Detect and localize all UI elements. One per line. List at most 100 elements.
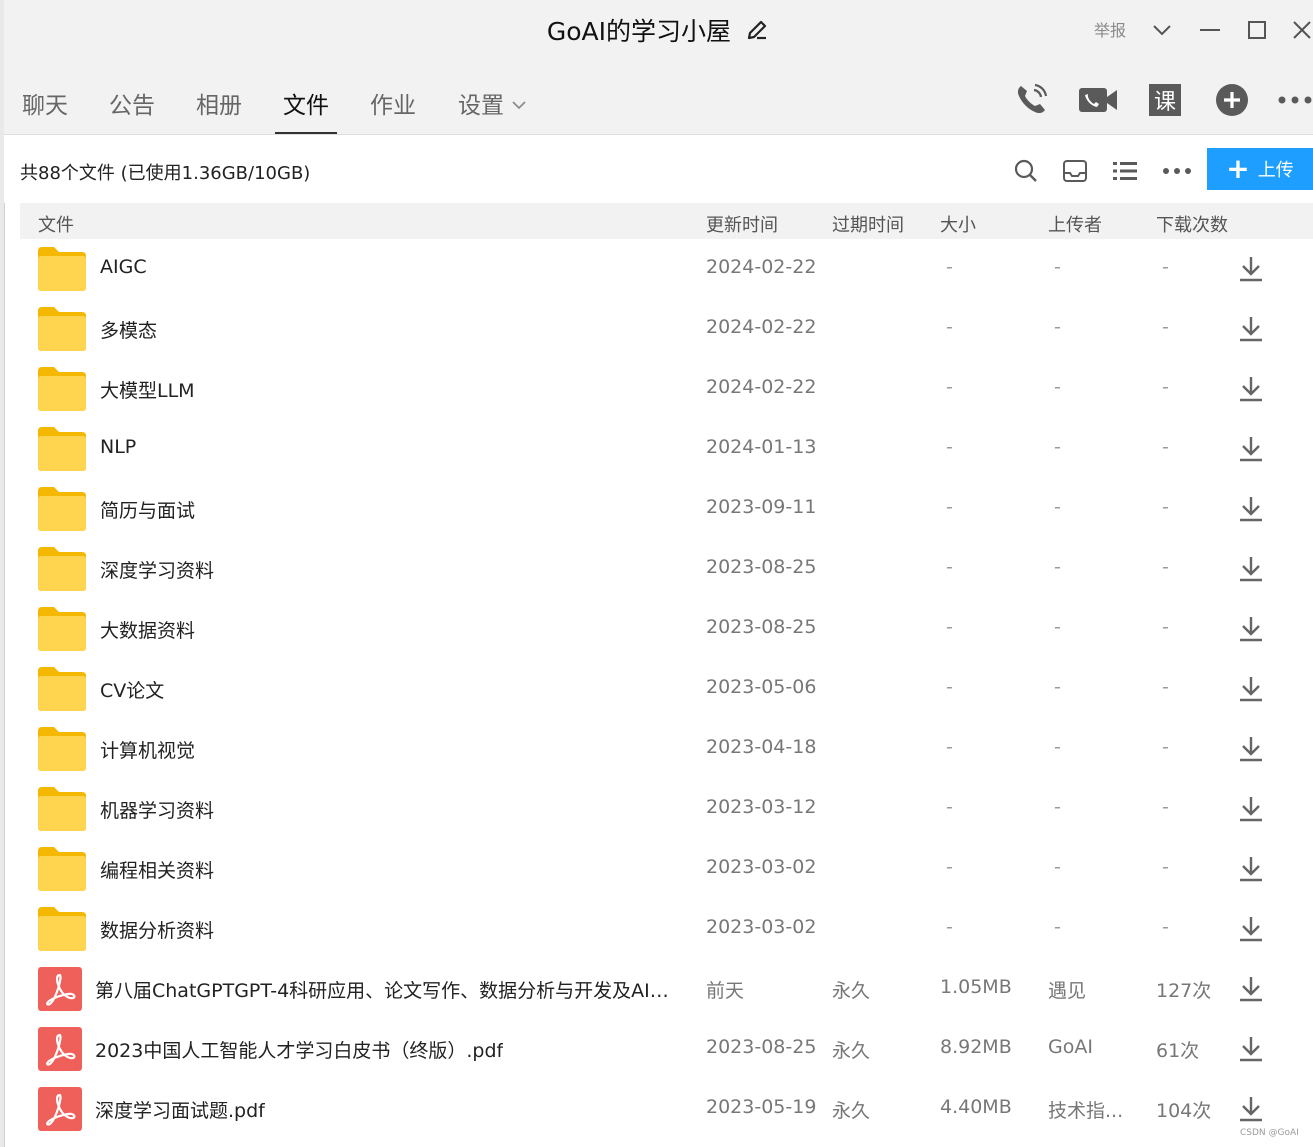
add-circle-icon[interactable] [1212, 80, 1252, 120]
window-title: GoAI的学习小屋 [546, 17, 732, 46]
list-view-icon[interactable] [1109, 155, 1141, 187]
file-row[interactable]: 数据分析资料 2023-03-02 - - - [20, 899, 1313, 959]
folder-icon [38, 787, 86, 831]
chevron-down-icon[interactable] [1146, 14, 1178, 46]
folder-icon [38, 427, 86, 471]
cell-uploader: - [1054, 916, 1061, 938]
file-row[interactable]: CV论文 2023-05-06 - - - [20, 659, 1313, 719]
download-icon[interactable] [1238, 1035, 1264, 1063]
tab-album[interactable]: 相册 [196, 86, 242, 132]
column-header-name[interactable]: 文件 [38, 211, 74, 237]
file-name[interactable]: 大数据资料 [100, 616, 195, 643]
column-header-expires[interactable]: 过期时间 [832, 211, 904, 237]
cell-downloads: - [1162, 316, 1169, 338]
file-name[interactable]: 第八届ChatGPTGPT-4科研应用、论文写作、数据分析与开发及AI绘图... [95, 976, 675, 1003]
folder-icon [38, 847, 86, 891]
file-name[interactable]: 编程相关资料 [100, 856, 214, 883]
cell-updated: 2023-03-12 [706, 796, 817, 818]
file-name[interactable]: 数据分析资料 [100, 916, 214, 943]
watermark: CSDN @GoAI [1240, 1128, 1299, 1138]
file-name[interactable]: 大模型LLM [100, 376, 195, 403]
cell-uploader: - [1054, 676, 1061, 698]
download-icon[interactable] [1238, 795, 1264, 823]
cell-downloads: - [1162, 376, 1169, 398]
file-row[interactable]: 多模态 2024-02-22 - - - [20, 299, 1313, 359]
file-row[interactable]: 深度学习面试题.pdf 2023-05-19 永久 4.40MB 技术指... 104次 [20, 1079, 1313, 1139]
download-icon[interactable] [1238, 615, 1264, 643]
file-row[interactable]: 编程相关资料 2023-03-02 - - - [20, 839, 1313, 899]
tab-files[interactable]: 文件 [275, 86, 337, 134]
file-row[interactable]: 机器学习资料 2023-03-12 - - - [20, 779, 1313, 839]
more-icon[interactable] [1161, 155, 1193, 187]
file-row[interactable]: 计算机视觉 2023-04-18 - - - [20, 719, 1313, 779]
edit-icon[interactable] [744, 17, 770, 43]
file-row[interactable]: 大数据资料 2023-08-25 - - - [20, 599, 1313, 659]
cell-size: - [946, 316, 953, 338]
cell-downloads: - [1162, 256, 1169, 278]
video-icon[interactable] [1078, 80, 1118, 120]
report-link[interactable]: 举报 [1094, 17, 1126, 41]
plus-icon: + [1226, 152, 1250, 185]
download-icon[interactable] [1238, 975, 1264, 1003]
download-icon[interactable] [1238, 855, 1264, 883]
cell-updated: 2024-02-22 [706, 316, 817, 338]
file-row[interactable]: NLP 2024-01-13 - - - [20, 419, 1313, 479]
download-icon[interactable] [1238, 1095, 1264, 1123]
download-icon[interactable] [1238, 315, 1264, 343]
column-header-downloads[interactable]: 下载次数 [1156, 211, 1228, 237]
close-icon[interactable] [1286, 14, 1313, 46]
cell-downloads: - [1162, 916, 1169, 938]
tab-settings[interactable]: 设置 [458, 86, 526, 132]
search-icon[interactable] [1010, 155, 1042, 187]
maximize-icon[interactable] [1241, 14, 1273, 46]
file-name[interactable]: 机器学习资料 [100, 796, 214, 823]
file-name[interactable]: 计算机视觉 [100, 736, 195, 763]
phone-icon[interactable] [1011, 80, 1051, 120]
file-row[interactable]: 深度学习资料 2023-08-25 - - - [20, 539, 1313, 599]
column-header-uploader[interactable]: 上传者 [1048, 211, 1102, 237]
cell-updated: 2023-05-19 [706, 1096, 817, 1118]
cell-updated: 2023-09-11 [706, 496, 817, 518]
cell-downloads: - [1162, 736, 1169, 758]
download-icon[interactable] [1238, 735, 1264, 763]
cell-size: - [946, 496, 953, 518]
more-icon[interactable] [1275, 80, 1313, 120]
file-name[interactable]: CV论文 [100, 676, 164, 703]
download-icon[interactable] [1238, 675, 1264, 703]
minimize-icon[interactable] [1194, 14, 1226, 46]
download-icon[interactable] [1238, 255, 1264, 283]
file-row[interactable]: 简历与面试 2023-09-11 - - - [20, 479, 1313, 539]
group-files-window: GoAI的学习小屋 举报 聊天 公告 相册 文件 作业 设置 课 共88个文件 … [0, 0, 1313, 1147]
file-name[interactable]: 深度学习面试题.pdf [95, 1096, 265, 1123]
tab-chat[interactable]: 聊天 [22, 86, 68, 132]
file-name[interactable]: NLP [100, 436, 136, 458]
cell-uploader: - [1054, 496, 1061, 518]
file-name[interactable]: 2023中国人工智能人才学习白皮书（终版）.pdf [95, 1036, 503, 1063]
download-icon[interactable] [1238, 555, 1264, 583]
column-header-updated[interactable]: 更新时间 [706, 211, 778, 237]
course-icon[interactable]: 课 [1145, 80, 1185, 120]
file-row[interactable]: AIGC 2024-02-22 - - - [20, 239, 1313, 299]
file-row[interactable]: 第八届ChatGPTGPT-4科研应用、论文写作、数据分析与开发及AI绘图...… [20, 959, 1313, 1019]
title-bar: GoAI的学习小屋 举报 [4, 0, 1313, 62]
file-name[interactable]: AIGC [100, 256, 147, 278]
upload-button[interactable]: + 上传 [1207, 148, 1313, 190]
file-name[interactable]: 多模态 [100, 316, 157, 343]
file-name[interactable]: 深度学习资料 [100, 556, 214, 583]
column-header-size[interactable]: 大小 [940, 211, 976, 237]
download-icon[interactable] [1238, 375, 1264, 403]
tab-announcements[interactable]: 公告 [109, 86, 155, 132]
file-row[interactable]: 2023中国人工智能人才学习白皮书（终版）.pdf 2023-08-25 永久 8.9… [20, 1019, 1313, 1079]
inbox-icon[interactable] [1059, 155, 1091, 187]
file-list: AIGC 2024-02-22 - - - 多模态 2024-02-22 - - - 大模型LLM 2… [20, 239, 1313, 1139]
file-row[interactable]: 大模型LLM 2024-02-22 - - - [20, 359, 1313, 419]
download-icon[interactable] [1238, 915, 1264, 943]
download-icon[interactable] [1238, 435, 1264, 463]
download-icon[interactable] [1238, 495, 1264, 523]
tab-homework[interactable]: 作业 [370, 86, 416, 132]
cell-updated: 2023-03-02 [706, 916, 817, 938]
cell-downloads: - [1162, 676, 1169, 698]
file-name[interactable]: 简历与面试 [100, 496, 195, 523]
cell-updated: 2024-02-22 [706, 256, 817, 278]
tab-bar: 聊天 公告 相册 文件 作业 设置 课 [4, 62, 1313, 135]
